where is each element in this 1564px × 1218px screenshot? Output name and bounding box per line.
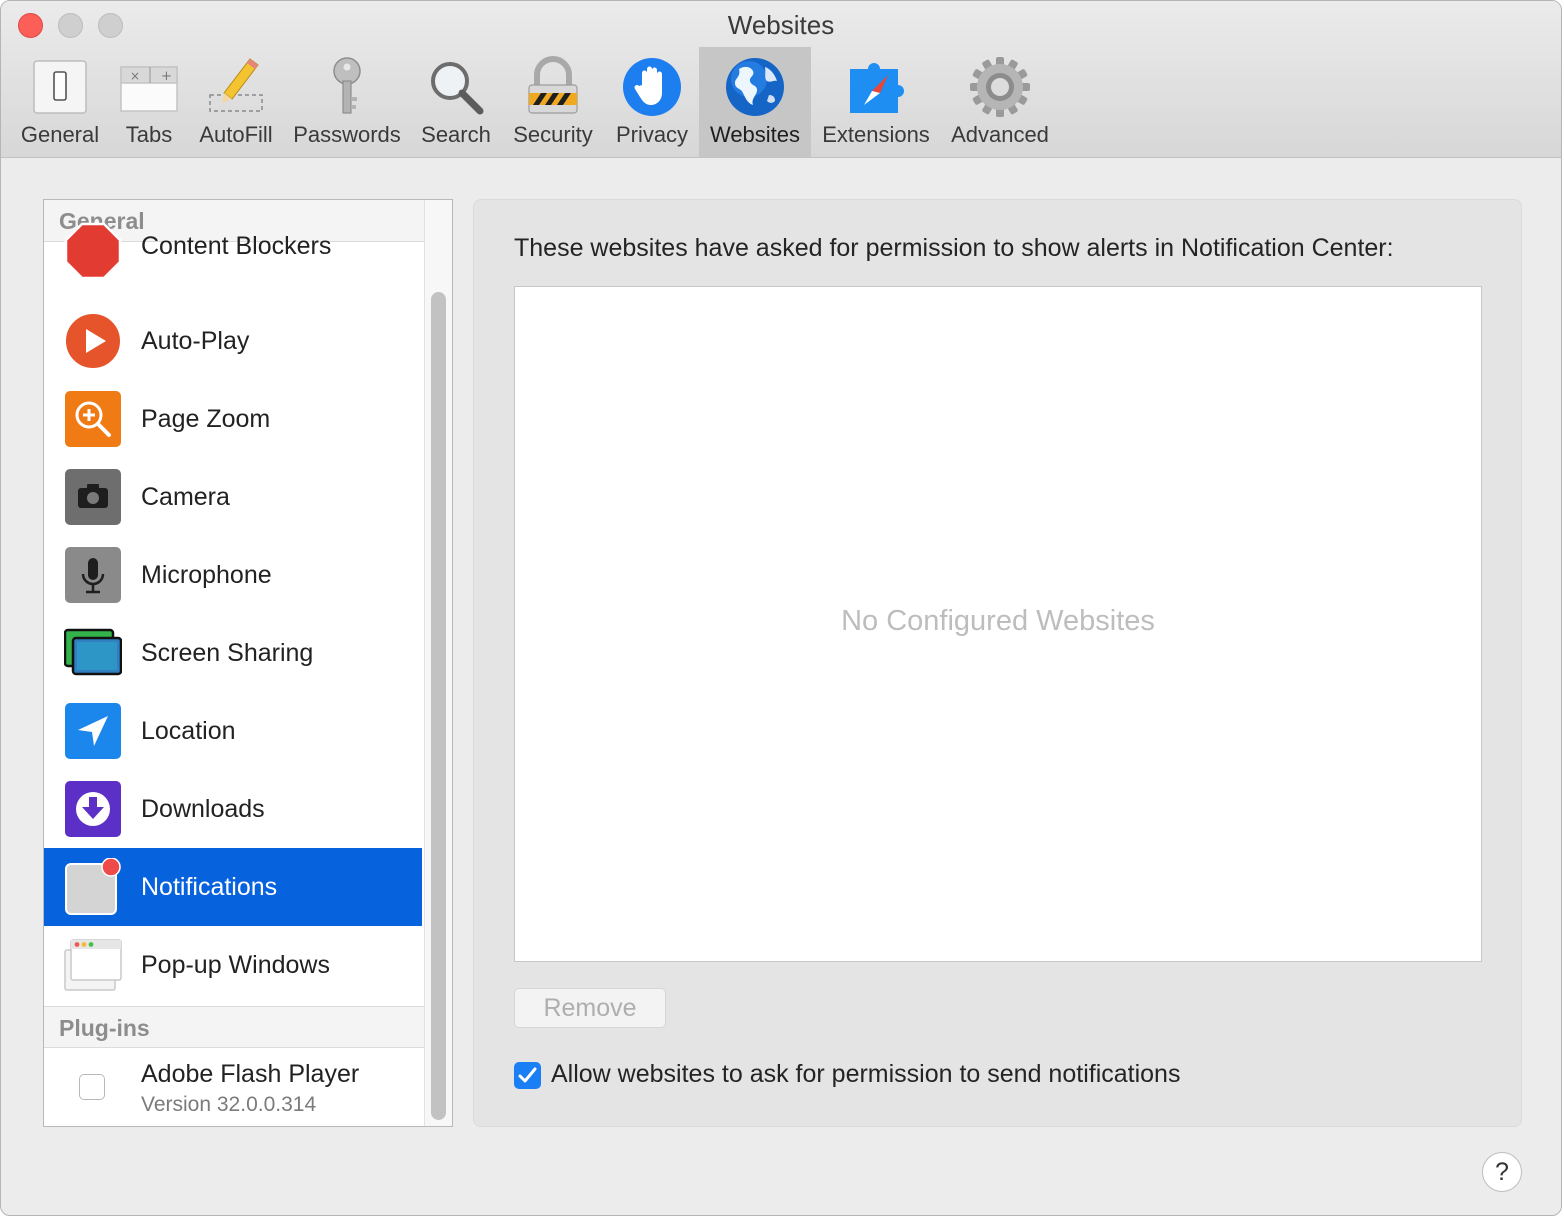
sidebar-item-label: Content Blockers xyxy=(141,232,332,260)
sidebar-item-label: Notifications xyxy=(141,873,278,901)
screen-sharing-icon xyxy=(64,628,122,676)
sidebar-item-label: Camera xyxy=(141,483,230,511)
toolbar-websites[interactable]: Websites xyxy=(699,47,811,157)
toolbar-general[interactable]: General xyxy=(17,47,103,157)
allow-permission-checkbox[interactable] xyxy=(514,1062,541,1089)
toolbar-label: Extensions xyxy=(822,122,930,147)
toolbar-label: Tabs xyxy=(125,122,173,147)
help-button[interactable]: ? xyxy=(1482,1152,1522,1192)
autofill-pencil-icon xyxy=(209,58,263,112)
preferences-window: Websites General × + Tabs AutoFill Passw… xyxy=(0,0,1562,1216)
gear-icon xyxy=(970,57,1030,117)
toolbar-label: AutoFill xyxy=(199,122,273,147)
location-arrow-icon xyxy=(65,703,121,759)
sidebar-item-label: Screen Sharing xyxy=(141,639,314,667)
globe-icon xyxy=(726,58,784,116)
sidebar-item-auto-play[interactable]: Auto-Play xyxy=(44,302,422,380)
sidebar-item-downloads[interactable]: Downloads xyxy=(44,770,422,848)
zoom-icon xyxy=(65,391,121,447)
toolbar-tabs[interactable]: × + Tabs xyxy=(113,47,185,157)
sidebar-item-location[interactable]: Location xyxy=(44,692,422,770)
hand-icon xyxy=(623,58,681,116)
notifications-panel: These websites have asked for permission… xyxy=(473,199,1522,1127)
toolbar-passwords[interactable]: Passwords xyxy=(287,47,407,157)
key-icon xyxy=(333,57,361,114)
stop-sign-icon xyxy=(64,222,122,280)
list-scrollbar[interactable] xyxy=(424,200,452,1126)
toolbar-label: Privacy xyxy=(615,122,689,147)
microphone-icon xyxy=(65,547,121,603)
download-icon xyxy=(65,781,121,837)
sidebar-item-label: Location xyxy=(141,717,236,745)
plugin-name: Adobe Flash Player xyxy=(141,1060,360,1088)
window-title: Websites xyxy=(727,10,835,40)
toolbar-label: Websites xyxy=(709,122,801,147)
checkmark-icon xyxy=(518,1067,537,1083)
notification-badge-icon xyxy=(65,858,121,915)
toolbar-label: General xyxy=(20,122,100,147)
sidebar-item-screen-sharing[interactable]: Screen Sharing xyxy=(44,614,422,692)
play-icon xyxy=(64,312,122,370)
flash-player-checkbox[interactable] xyxy=(79,1074,105,1100)
panel-heading: These websites have asked for permission… xyxy=(514,234,1394,262)
svg-text:+: + xyxy=(161,69,172,84)
allow-permission-label[interactable]: Allow websites to ask for permission to … xyxy=(551,1060,1180,1089)
section-header-plug-ins: Plug-ins xyxy=(44,1006,424,1048)
sidebar-item-page-zoom[interactable]: Page Zoom xyxy=(44,380,422,458)
sidebar-item-notifications[interactable]: Notifications xyxy=(44,848,422,926)
sidebar-item-label: Pop-up Windows xyxy=(141,951,330,979)
sidebar-item-label: Auto-Play xyxy=(141,327,250,355)
website-settings-list[interactable]: General Content Blockers Auto-Play Page xyxy=(43,199,453,1127)
titlebar-toolbar: Websites General × + Tabs AutoFill Passw… xyxy=(1,1,1561,158)
sidebar-item-label: Microphone xyxy=(141,561,272,589)
toolbar-label: Passwords xyxy=(293,122,401,147)
scrollbar-thumb[interactable] xyxy=(431,292,446,1120)
popup-window-icon xyxy=(64,939,122,991)
toolbar-label: Advanced xyxy=(951,122,1049,147)
tabs-icon: × + xyxy=(120,66,178,112)
puzzle-compass-icon xyxy=(850,63,904,113)
remove-button[interactable]: Remove xyxy=(514,988,666,1028)
sidebar-item-label: Page Zoom xyxy=(141,405,271,433)
toolbar-extensions[interactable]: Extensions xyxy=(815,47,937,157)
sidebar-item-content-blockers[interactable]: Content Blockers xyxy=(44,222,422,302)
sidebar-item-label: Downloads xyxy=(141,795,265,823)
toolbar-search[interactable]: Search xyxy=(414,47,498,157)
toolbar-advanced[interactable]: Advanced xyxy=(944,47,1056,157)
magnifier-icon xyxy=(431,62,484,115)
padlock-icon xyxy=(528,56,578,114)
sidebar-item-microphone[interactable]: Microphone xyxy=(44,536,422,614)
toolbar-security[interactable]: Security xyxy=(504,47,602,157)
toolbar-privacy[interactable]: Privacy xyxy=(608,47,696,157)
svg-text:×: × xyxy=(130,69,140,83)
empty-state-message: No Configured Websites xyxy=(841,605,1155,637)
toolbar-label: Security xyxy=(513,122,593,147)
sidebar-item-camera[interactable]: Camera xyxy=(44,458,422,536)
general-switch-icon xyxy=(33,60,87,114)
sidebar-item-pop-up-windows[interactable]: Pop-up Windows xyxy=(44,926,422,1004)
toolbar-autofill[interactable]: AutoFill xyxy=(191,47,281,157)
plugin-version: Version 32.0.0.314 xyxy=(141,1093,317,1116)
toolbar-label: Search xyxy=(421,122,491,147)
configured-websites-table[interactable]: No Configured Websites xyxy=(514,286,1482,962)
camera-icon xyxy=(65,469,121,525)
